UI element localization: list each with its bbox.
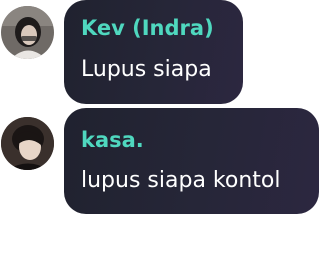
chat-message: Kev (Indra) Lupus siapa — [0, 0, 320, 106]
avatar-photo-icon — [1, 117, 54, 170]
sender-name[interactable]: Kev (Indra) — [81, 16, 214, 40]
sender-name[interactable]: kasa. — [81, 128, 144, 152]
avatar[interactable] — [1, 6, 54, 59]
chat-message: kasa. lupus siapa kontol — [0, 108, 320, 216]
message-bubble[interactable]: Kev (Indra) Lupus siapa — [64, 0, 243, 104]
message-text: lupus siapa kontol — [81, 168, 281, 193]
avatar[interactable] — [1, 117, 54, 170]
chat-log: Kev (Indra) Lupus siapa kasa. lupus siap… — [0, 0, 320, 266]
avatar-photo-icon — [1, 6, 54, 59]
message-bubble[interactable]: kasa. lupus siapa kontol — [64, 108, 319, 214]
message-text: Lupus siapa — [81, 57, 212, 82]
